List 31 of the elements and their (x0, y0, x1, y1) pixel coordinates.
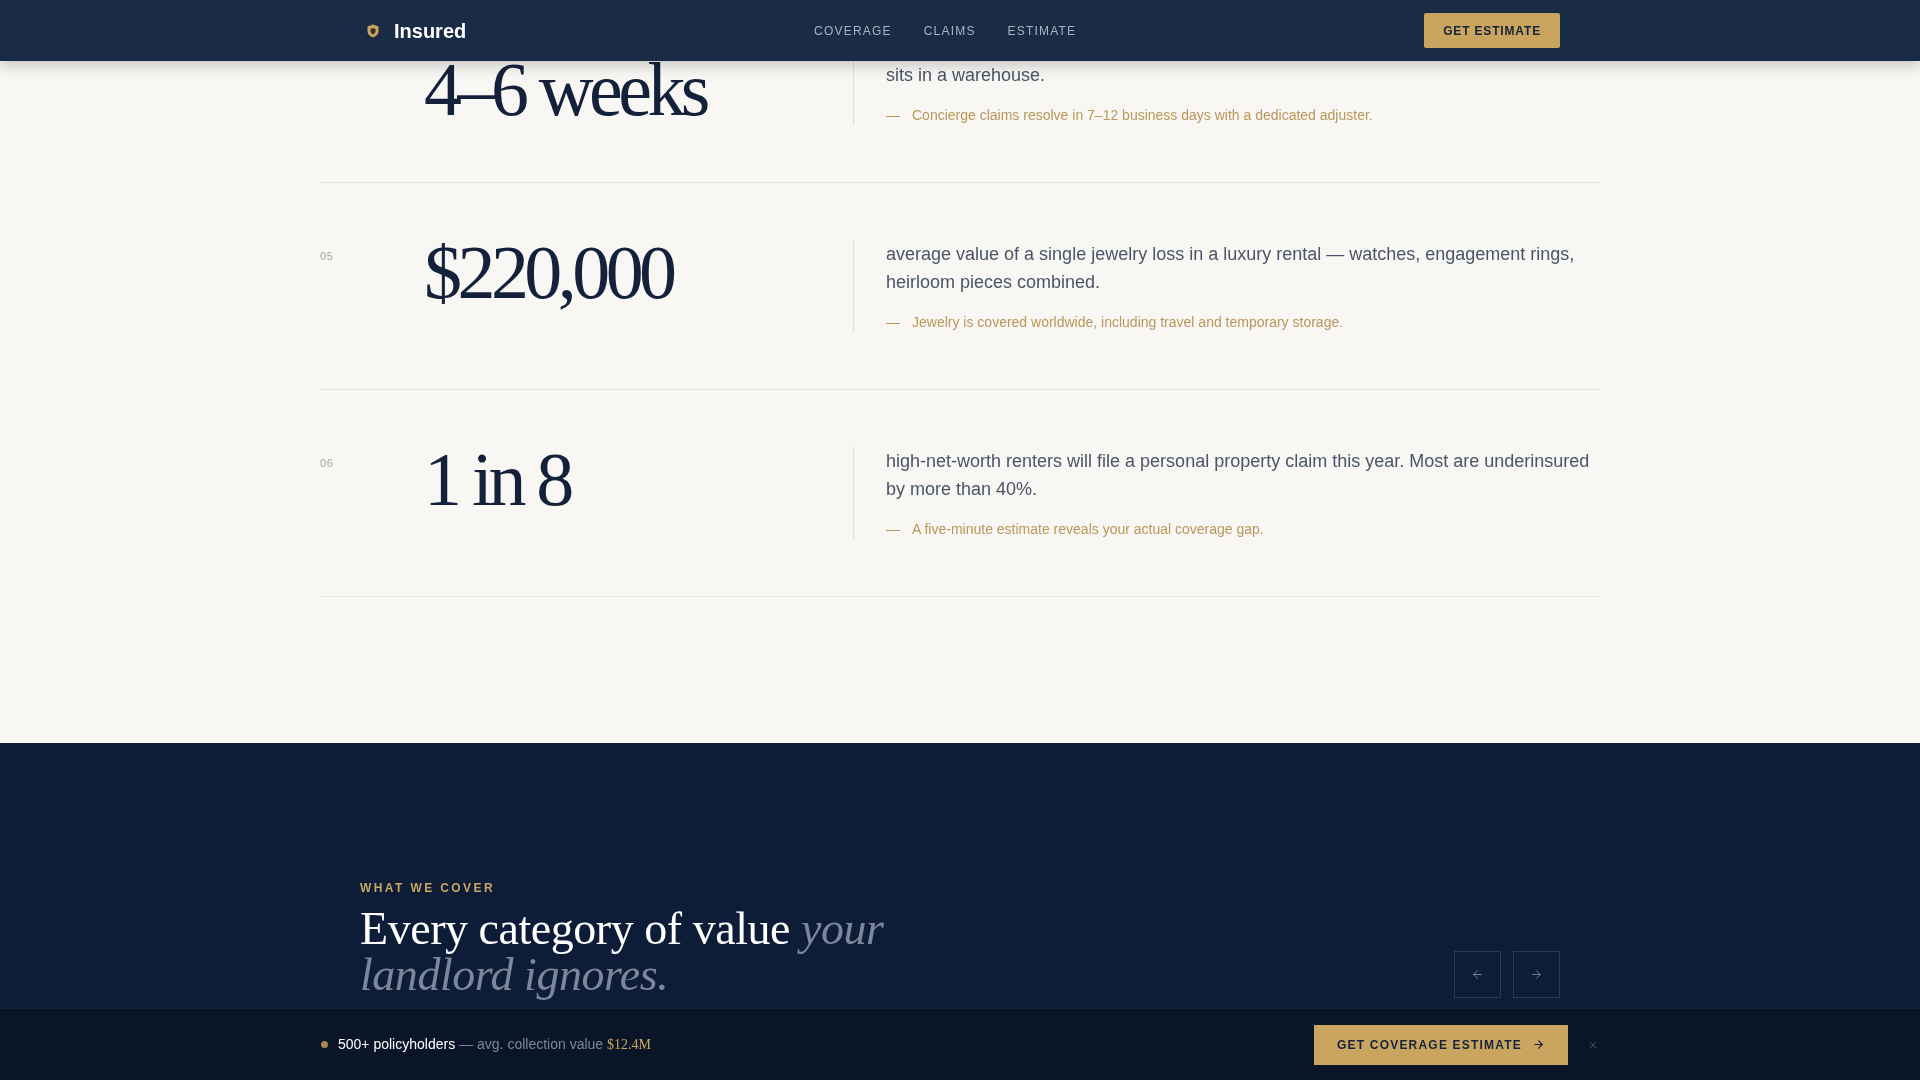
stat-figure: $220,000 (424, 234, 675, 310)
shield-logo-icon (367, 23, 379, 38)
arrow-right-icon (1530, 968, 1543, 981)
policyholder-count: 500+ policyholders (338, 1035, 456, 1054)
collection-value-label: — avg. collection value (459, 1035, 604, 1054)
stat-description: average value of a single jewelry loss in a luxury rental — watches, engagement rings, heirloom pieces combined. (886, 243, 1576, 294)
stat-note: A five-minute estimate reveals your actual coverage gap. (912, 520, 1264, 539)
stat-description: high-net-worth renters will file a personal property claim this year. Most are underinsured by more than 40%. (886, 450, 1591, 501)
arrow-right-icon (1532, 1038, 1545, 1051)
dash-mark: — (886, 520, 900, 539)
stat-note: Concierge claims resolve in 7–12 business days with a dedicated adjuster. (912, 106, 1373, 125)
previous-button[interactable] (1454, 951, 1501, 998)
row-number: 05 (320, 249, 334, 263)
stat-figure: 1 in 8 (424, 441, 572, 517)
dash-mark: — (886, 106, 900, 125)
section-eyebrow: WHAT WE COVER (360, 880, 495, 896)
row-number: 06 (320, 456, 334, 470)
arrow-left-icon (1471, 968, 1484, 981)
get-estimate-button[interactable]: GET ESTIMATE (1424, 13, 1560, 48)
stat-note: Jewelry is covered worldwide, including travel and temporary storage. (912, 313, 1344, 332)
nav-link[interactable]: COVERAGE (814, 24, 892, 37)
dash-mark: — (886, 313, 900, 332)
coverage-estimate-button[interactable]: GET COVERAGE ESTIMATE (1314, 1024, 1568, 1065)
nav-link[interactable]: ESTIMATE (1007, 24, 1077, 37)
next-button[interactable] (1513, 951, 1560, 998)
section-heading: Every category of value your landlord ignores. (360, 906, 885, 998)
brand-name[interactable]: Insured (394, 20, 467, 41)
stat-description: sits in a warehouse. (886, 64, 1047, 87)
nav-link[interactable]: CLAIMS (923, 24, 976, 37)
stat-figure: 4–6 weeks (424, 61, 708, 118)
collection-value: $12.4M (607, 1036, 652, 1054)
